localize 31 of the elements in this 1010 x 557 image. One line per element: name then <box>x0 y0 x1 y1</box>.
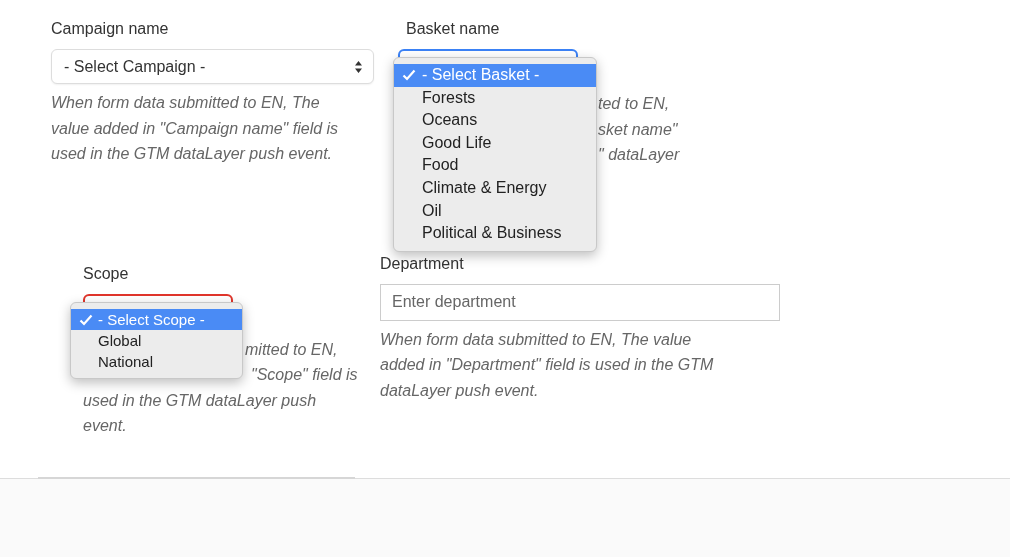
help-text-line: When form data submitted to EN, The <box>51 93 320 113</box>
text-input[interactable]: Enter department <box>380 283 780 321</box>
menu-option[interactable]: Food <box>394 154 596 177</box>
field-label: Department <box>380 253 465 274</box>
help-text-line: event. <box>83 416 127 436</box>
help-text-line: ted to EN, <box>598 94 670 114</box>
help-text-line: used in the GTM dataLayer push event. <box>51 144 333 164</box>
help-text-line: sket name" <box>598 119 678 140</box>
field-label: Basket name <box>406 19 501 39</box>
menu-option[interactable]: Oil <box>394 199 596 223</box>
field-label: Scope <box>83 263 130 284</box>
menu-option[interactable]: Climate & Energy <box>394 176 596 200</box>
menu-option[interactable]: Good Life <box>394 131 596 155</box>
select-field[interactable]: - Select Campaign - <box>51 49 374 84</box>
help-text-line: used in the GTM dataLayer push <box>83 390 317 411</box>
menu-option[interactable]: Global <box>71 329 242 351</box>
help-text-line: mitted to EN, <box>245 339 338 360</box>
checkmark-icon <box>79 313 93 326</box>
menu-option[interactable]: National <box>71 350 242 372</box>
help-text-line: added in "Department" field is used in the GTM <box>380 355 714 375</box>
help-text-line: "Scope" field is <box>251 365 358 385</box>
help-text-line: When form data submitted to EN, The value <box>380 329 692 350</box>
menu-option[interactable]: Political & Business <box>394 222 596 245</box>
help-text-line: " dataLayer <box>598 145 680 165</box>
menu-option[interactable]: Forests <box>394 86 596 110</box>
field-label: Campaign name <box>51 19 170 39</box>
help-text-line: dataLayer push event. <box>380 380 539 401</box>
checkmark-icon <box>402 69 416 81</box>
updown-caret-icon <box>354 59 363 74</box>
menu-option[interactable]: Oceans <box>394 109 596 132</box>
help-text-line: value added in "Campaign name" field is <box>51 118 339 139</box>
